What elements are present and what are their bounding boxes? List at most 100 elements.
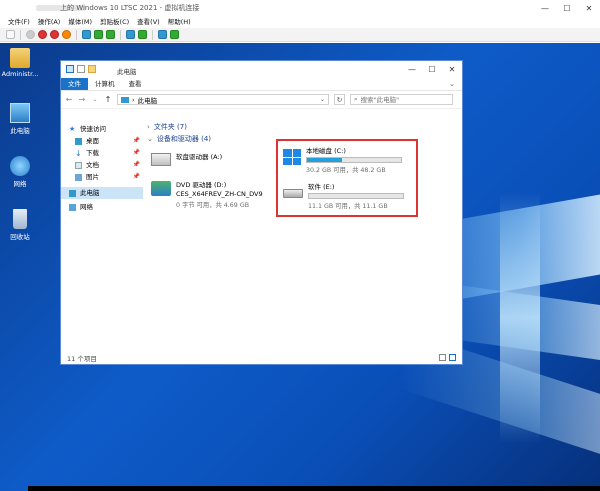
wallpaper-glow xyxy=(500,193,540,443)
desktop-icon-admin[interactable]: Administr... xyxy=(0,48,40,78)
download-icon: ↓ xyxy=(75,148,82,158)
menu-file[interactable]: 文件(F) xyxy=(8,16,30,28)
revert-icon[interactable] xyxy=(138,30,147,39)
reset-icon[interactable] xyxy=(106,30,115,39)
nav-label: 此电脑 xyxy=(80,189,100,197)
nav-label: 下载 xyxy=(86,149,99,157)
drive-name: 软盘驱动器 (A:) xyxy=(176,153,223,161)
checkpoint-icon[interactable] xyxy=(126,30,135,39)
nav-this-pc[interactable]: 此电脑 xyxy=(61,187,143,199)
vm-title: 上的 Windows 10 LTSC 2021 - 虚拟机连接 xyxy=(60,4,200,12)
address-dropdown-icon[interactable]: ⌄ xyxy=(320,95,325,105)
tiles-view-icon[interactable] xyxy=(449,354,456,361)
pin-icon: 📌 xyxy=(132,173,140,180)
group-label: 文件夹 (7) xyxy=(153,123,187,131)
desktop-icon-recycle-bin[interactable]: 回收站 xyxy=(0,209,40,241)
desktop-icon-label: 网络 xyxy=(13,180,27,188)
group-folders-header[interactable]: › 文件夹 (7) xyxy=(143,121,463,133)
vm-close-button[interactable]: ✕ xyxy=(578,0,600,16)
vm-maximize-button[interactable]: ☐ xyxy=(556,0,578,16)
desktop-icon-network[interactable]: 网络 xyxy=(0,156,40,188)
explorer-title: 此电脑 xyxy=(117,68,137,76)
menu-help[interactable]: 帮助(H) xyxy=(168,16,191,28)
nav-desktop[interactable]: 桌面 📌 xyxy=(61,135,143,147)
nav-network[interactable]: 网络 xyxy=(61,201,143,213)
nav-quick-access[interactable]: ★ 快速访问 xyxy=(61,123,143,135)
view-toggle xyxy=(439,354,456,361)
drive-dvd-d[interactable]: DVD 驱动器 (D:) CES_X64FREV_ZH-CN_DV9 0 字节 … xyxy=(151,179,263,209)
desktop-icon-label: Administr... xyxy=(1,70,39,78)
up-arrow-icon[interactable]: ↑ xyxy=(104,95,112,104)
nav-label: 网络 xyxy=(80,203,93,211)
taskbar xyxy=(28,486,600,491)
start-icon[interactable] xyxy=(26,30,35,39)
nav-documents[interactable]: 文档 📌 xyxy=(61,159,143,171)
menu-clipboard[interactable]: 剪贴板(C) xyxy=(100,16,129,28)
pin-icon: 📌 xyxy=(132,161,140,168)
ctrl-alt-del-icon[interactable] xyxy=(6,30,15,39)
vm-menubar: 文件(F) 操作(A) 媒体(M) 剪贴板(C) 查看(V) 帮助(H) xyxy=(0,16,600,28)
shutdown-icon[interactable] xyxy=(50,30,59,39)
explorer-maximize-button[interactable]: ☐ xyxy=(422,61,442,78)
menu-view[interactable]: 查看(V) xyxy=(137,16,160,28)
details-view-icon[interactable] xyxy=(439,354,446,361)
explorer-window: 此电脑 — ☐ ✕ 文件 计算机 查看 ⌄ ← → ⌄ ↑ › 此电脑 ⌄ ↻ … xyxy=(60,60,463,365)
vm-toolbar xyxy=(0,28,600,42)
drive-floppy-a[interactable]: 软盘驱动器 (A:) xyxy=(151,151,222,166)
recent-chevron-icon[interactable]: ⌄ xyxy=(91,96,99,103)
refresh-icon[interactable]: ↻ xyxy=(334,94,345,105)
explorer-close-button[interactable]: ✕ xyxy=(442,61,462,78)
computer-icon[interactable] xyxy=(66,65,74,73)
tab-view[interactable]: 查看 xyxy=(122,78,149,90)
search-input[interactable] xyxy=(360,95,446,104)
search-box[interactable]: ⌕ xyxy=(350,94,453,105)
drive-free-space: 0 字节 可用，共 4.69 GB xyxy=(176,202,250,209)
tab-computer[interactable]: 计算机 xyxy=(88,78,122,90)
share-icon[interactable] xyxy=(170,30,179,39)
vm-titlebar: 上的 Windows 10 LTSC 2021 - 虚拟机连接 — ☐ ✕ xyxy=(0,0,600,17)
address-path: 此电脑 xyxy=(137,96,158,105)
explorer-minimize-button[interactable]: — xyxy=(402,61,422,78)
menu-action[interactable]: 操作(A) xyxy=(38,16,61,28)
desktop-icon-label: 此电脑 xyxy=(10,127,30,135)
address-bar[interactable]: › 此电脑 ⌄ xyxy=(117,94,329,105)
toolbar-separator xyxy=(120,29,121,40)
nav-label: 文档 xyxy=(86,161,99,169)
nav-downloads[interactable]: ↓ 下载 📌 xyxy=(61,147,143,159)
pin-icon: 📌 xyxy=(132,137,140,144)
search-icon: ⌕ xyxy=(354,95,358,103)
annotation-highlight-box xyxy=(276,139,418,217)
address-separator: › xyxy=(132,95,135,104)
nav-label: 快速访问 xyxy=(80,125,106,133)
desktop-icon-label: 回收站 xyxy=(10,233,30,241)
pin-icon: 📌 xyxy=(132,149,140,156)
nav-pictures[interactable]: 图片 📌 xyxy=(61,171,143,183)
power-icon[interactable] xyxy=(62,30,71,39)
turn-off-icon[interactable] xyxy=(38,30,47,39)
chevron-right-icon: › xyxy=(147,123,150,131)
expand-ribbon-icon[interactable]: ⌄ xyxy=(442,78,462,90)
enhanced-session-icon[interactable] xyxy=(158,30,167,39)
save-icon[interactable] xyxy=(82,30,91,39)
nav-label: 桌面 xyxy=(86,137,99,145)
user-folder-icon xyxy=(10,48,30,68)
picture-icon xyxy=(75,173,82,181)
vm-minimize-button[interactable]: — xyxy=(534,0,556,16)
forward-arrow-icon[interactable]: → xyxy=(78,95,86,104)
explorer-titlebar: 此电脑 — ☐ ✕ xyxy=(61,61,462,78)
group-label: 设备和驱动器 (4) xyxy=(156,135,212,143)
document-icon xyxy=(75,161,82,169)
explorer-window-controls: — ☐ ✕ xyxy=(402,61,462,78)
desktop-icon-this-pc[interactable]: 此电脑 xyxy=(0,103,40,135)
properties-icon[interactable] xyxy=(77,65,85,73)
computer-icon xyxy=(69,189,76,197)
navigation-pane: ★ 快速访问 桌面 📌 ↓ 下载 📌 文档 📌 图片 📌 此电脑 网络 xyxy=(61,123,143,349)
desktop-icon xyxy=(75,137,82,145)
pause-icon[interactable] xyxy=(94,30,103,39)
back-arrow-icon[interactable]: ← xyxy=(65,95,73,104)
tab-file[interactable]: 文件 xyxy=(61,78,88,90)
menu-media[interactable]: 媒体(M) xyxy=(68,16,92,28)
folder-icon[interactable] xyxy=(88,65,96,73)
star-icon: ★ xyxy=(69,124,76,133)
computer-icon xyxy=(121,96,129,103)
